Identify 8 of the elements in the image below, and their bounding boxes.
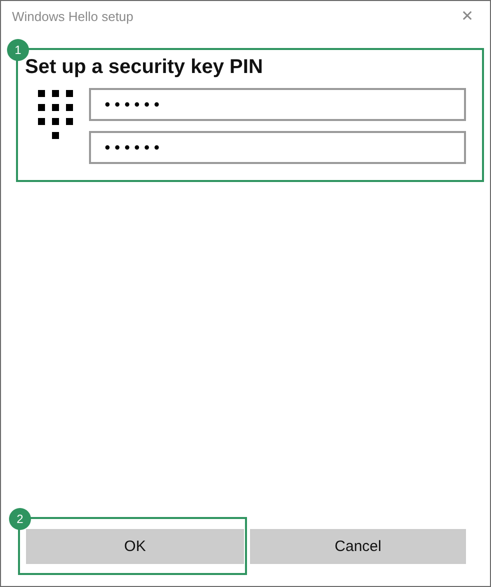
pin-field[interactable]: •••••• <box>89 88 466 121</box>
callout-badge: 1 <box>7 39 29 61</box>
cancel-button[interactable]: Cancel <box>250 528 466 564</box>
callout-badge: 2 <box>9 508 31 530</box>
pin-field[interactable]: •••••• <box>89 131 466 164</box>
ok-button[interactable]: OK <box>26 529 244 564</box>
keypad-icon <box>38 90 73 139</box>
window-title: Windows Hello setup <box>12 8 134 24</box>
